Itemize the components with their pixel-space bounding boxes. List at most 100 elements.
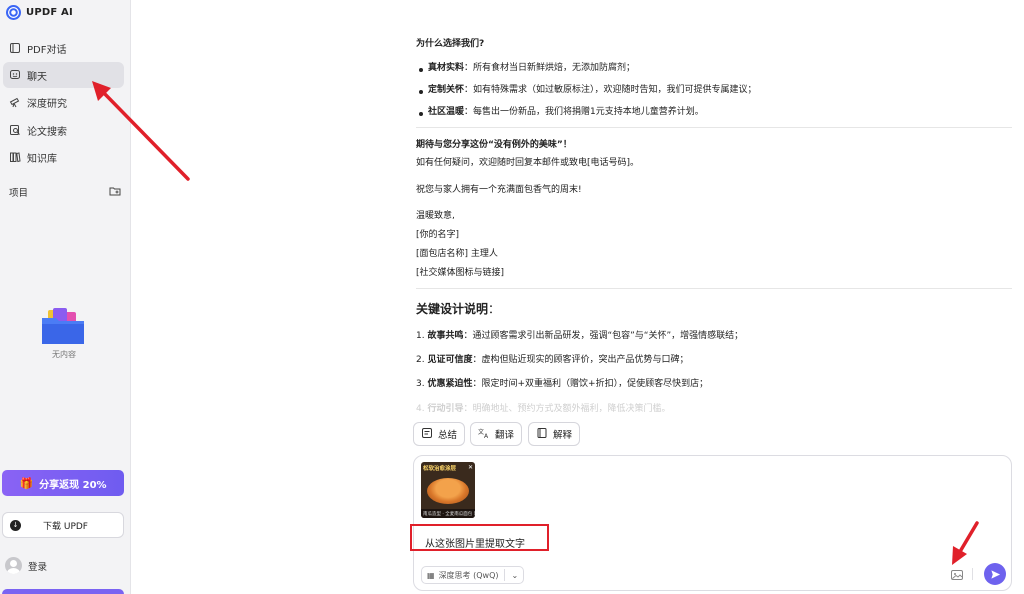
chevron-down-icon: ⌄ xyxy=(511,570,519,580)
message-composer[interactable]: 松软治愈涂层 ✕ 南瓜造型 · 全麦南瓜面包 新品上市 从这张图片里提取文字 ▦… xyxy=(410,455,1012,591)
sidebar-item-paper-search[interactable]: 论文搜索 xyxy=(3,117,124,143)
bullet-text: ：如有特殊需求（如过敏原标注），欢迎随时告知，我们可提供专属建议； xyxy=(464,85,757,95)
bullet-text: ：每售出一份新品，我们将捐赠1元支持本地儿童营养计划。 xyxy=(464,107,704,117)
design-title: 关键设计说明： xyxy=(416,301,500,317)
sidebar-item-pdf-chat[interactable]: PDF对话 xyxy=(3,35,124,61)
translate-icon: 文A xyxy=(478,427,490,442)
composer-divider xyxy=(972,568,973,580)
app-window: UPDF AI PDF对话 聊天 深度研究 论文搜索 知识库 项目 无内容 🎁 … xyxy=(0,0,1024,594)
mode-separator xyxy=(504,569,506,581)
sidebar-item-deep-research[interactable]: 深度研究 xyxy=(3,89,124,115)
signature-name: [你的名字] xyxy=(416,230,460,240)
bullet-item: 定制关怀：如有特殊需求（如过敏原标注），欢迎随时告知，我们可提供专属建议； xyxy=(428,84,757,96)
deep-think-icon: ▦ xyxy=(427,570,435,580)
download-updf-button[interactable]: ↓ 下载 UPDF xyxy=(2,512,124,538)
divider xyxy=(416,288,1012,289)
paper-search-icon xyxy=(9,124,21,136)
projects-label: 项目 xyxy=(9,188,29,199)
avatar-icon xyxy=(5,557,22,574)
upload-image-icon[interactable] xyxy=(950,567,964,581)
brand[interactable]: UPDF AI xyxy=(6,4,73,20)
books-icon xyxy=(9,151,21,163)
why-title: 为什么选择我们? xyxy=(416,39,485,49)
point-num: 2. xyxy=(416,355,425,365)
login-button[interactable]: 登录 xyxy=(5,557,47,574)
explain-label: 解释 xyxy=(553,430,573,441)
sidebar-item-label: 知识库 xyxy=(27,153,57,165)
contact-line: 如有任何疑问，欢迎随时回复本邮件或致电[电话号码]。 xyxy=(416,158,640,168)
point-text: ：明确地址、预约方式及额外福利，降低决策门槛。 xyxy=(463,404,671,412)
thumbnail-footer: 南瓜造型 · 全麦南瓜面包 新品上市 xyxy=(421,509,475,518)
sidebar-item-chat[interactable]: 聊天 xyxy=(3,62,124,88)
point-text: ：通过顾客需求引出新品研发，强调“包容”与“关怀”，增强情感联结； xyxy=(463,331,744,341)
bullet-icon xyxy=(419,68,423,72)
bullet-bold: 社区温暖 xyxy=(428,107,465,117)
summary-icon xyxy=(421,427,433,442)
bullet-text: ：所有食材当日新鲜烘焙，无添加防腐剂； xyxy=(464,63,636,73)
empty-folder-illustration-icon xyxy=(40,308,86,350)
svg-text:A: A xyxy=(484,433,489,439)
bullet-bold: 定制关怀 xyxy=(428,85,465,95)
point-bold: 故事共鸣 xyxy=(427,331,464,341)
remove-attachment-icon[interactable]: ✕ xyxy=(468,464,473,471)
send-icon xyxy=(990,569,1000,579)
signature-social: [社交媒体图标与链接] xyxy=(416,268,505,278)
pdf-chat-icon xyxy=(9,42,21,54)
login-label: 登录 xyxy=(28,561,48,573)
share-cashback-button[interactable]: 🎁 分享返现 20% xyxy=(2,470,124,496)
divider xyxy=(416,127,1012,128)
bullet-bold: 真材实料 xyxy=(428,63,465,73)
design-point: 1. 故事共鸣：通过顾客需求引出新品研发，强调“包容”与“关怀”，增强情感联结； xyxy=(416,330,743,342)
telescope-icon xyxy=(9,96,21,108)
design-title-colon: ： xyxy=(488,302,501,316)
point-bold: 优惠紧迫性 xyxy=(427,379,473,389)
point-text: ：限定时间+双重福利（赠饮+折扣），促使顾客尽快到店； xyxy=(472,379,709,389)
pumpkin-bread-image xyxy=(427,478,469,504)
sidebar-bottom-bar xyxy=(2,589,124,594)
brand-name: UPDF AI xyxy=(26,6,73,18)
point-num: 1. xyxy=(416,331,425,341)
point-num: 4. xyxy=(416,404,425,412)
chat-icon xyxy=(9,69,21,81)
sidebar-item-label: 聊天 xyxy=(27,71,47,83)
attached-image-thumbnail[interactable]: 松软治愈涂层 ✕ 南瓜造型 · 全麦南瓜面包 新品上市 xyxy=(421,462,475,518)
share-title: 期待与您分享这份“没有例外的美味”！ xyxy=(416,140,572,150)
point-num: 3. xyxy=(416,379,425,389)
mode-label: 深度思考 (QwQ) xyxy=(438,570,499,580)
regards-line: 温暖致意, xyxy=(416,211,455,221)
summary-label: 总结 xyxy=(438,430,458,441)
bullet-item: 社区温暖：每售出一份新品，我们将捐赠1元支持本地儿童营养计划。 xyxy=(428,106,704,118)
add-folder-icon[interactable] xyxy=(109,185,121,200)
explain-button[interactable]: 解释 xyxy=(528,422,581,446)
send-button[interactable] xyxy=(984,563,1006,585)
model-mode-select[interactable]: ▦ 深度思考 (QwQ) ⌄ xyxy=(421,566,525,584)
projects-header: 项目 xyxy=(9,185,121,199)
point-bold: 见证可信度 xyxy=(427,355,473,365)
updf-logo-icon xyxy=(6,4,21,20)
share-label: 分享返现 20% xyxy=(39,479,107,491)
download-label: 下载 UPDF xyxy=(43,521,88,532)
sidebar-item-label: 深度研究 xyxy=(27,98,67,110)
design-title-text: 关键设计说明 xyxy=(416,302,489,316)
point-bold: 行动引导 xyxy=(427,404,464,412)
design-point: 2. 见证可信度：虚构但贴近现实的顾客评价，突出产品优势与口碑； xyxy=(416,354,689,366)
design-point: 3. 优惠紧迫性：限定时间+双重福利（赠饮+折扣），促使顾客尽快到店； xyxy=(416,378,708,390)
sidebar: UPDF AI PDF对话 聊天 深度研究 论文搜索 知识库 项目 无内容 🎁 … xyxy=(0,0,131,594)
wish-line: 祝您与家人拥有一个充满面包香气的周末! xyxy=(416,185,582,195)
message-input[interactable]: 从这张图片里提取文字 xyxy=(425,535,525,550)
design-point-faded: 4. 行动引导：明确地址、预约方式及额外福利，降低决策门槛。 xyxy=(416,403,671,412)
sidebar-item-label: 论文搜索 xyxy=(27,126,67,138)
bullet-item: 真材实料：所有食材当日新鲜烘焙，无添加防腐剂； xyxy=(428,62,635,74)
empty-label: 无内容 xyxy=(52,350,76,359)
point-text: ：虚构但贴近现实的顾客评价，突出产品优势与口碑； xyxy=(472,355,689,365)
thumbnail-title: 松软治愈涂层 xyxy=(423,466,457,472)
bullet-icon xyxy=(419,112,423,116)
sidebar-item-knowledge-base[interactable]: 知识库 xyxy=(3,144,124,170)
summary-button[interactable]: 总结 xyxy=(413,422,466,446)
gift-icon: 🎁 xyxy=(19,476,34,490)
signature-store: [面包店名称] 主理人 xyxy=(416,249,498,259)
bullet-icon xyxy=(419,90,423,94)
translate-button[interactable]: 文A 翻译 xyxy=(470,422,523,446)
sidebar-item-label: PDF对话 xyxy=(27,44,67,56)
translate-label: 翻译 xyxy=(495,430,515,441)
